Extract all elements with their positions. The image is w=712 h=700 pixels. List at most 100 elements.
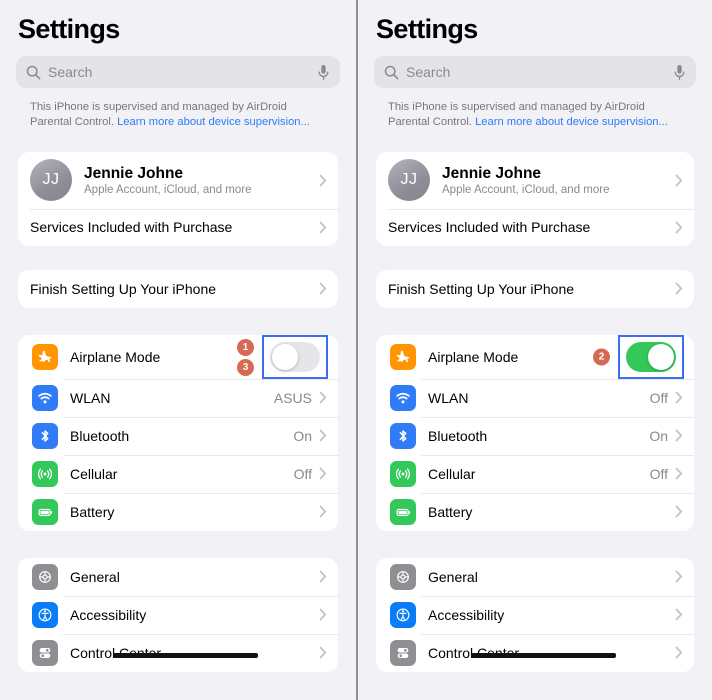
bluetooth-row[interactable]: Bluetooth On xyxy=(18,416,338,455)
supervision-notice: This iPhone is supervised and managed by… xyxy=(388,100,686,130)
airplane-mode-row[interactable]: Airplane Mode 2 xyxy=(376,334,694,379)
dual-screenshot-comparison: Settings Search This iPhone is supervise… xyxy=(0,0,712,700)
supervision-notice: This iPhone is supervised and managed by… xyxy=(30,100,330,130)
search-input[interactable]: Search xyxy=(16,56,340,88)
wlan-row[interactable]: WLAN Off xyxy=(376,378,694,417)
control-center-icon xyxy=(390,639,416,666)
bluetooth-icon xyxy=(32,422,58,449)
system-card: General Accessibility Control Center xyxy=(376,557,694,672)
redaction-bar xyxy=(113,652,258,658)
finish-setup-card: Finish Setting Up Your iPhone xyxy=(376,269,694,308)
search-input[interactable]: Search xyxy=(374,56,696,88)
general-row[interactable]: General xyxy=(376,558,694,596)
search-placeholder: Search xyxy=(406,64,451,80)
airplane-mode-toggle[interactable] xyxy=(270,341,320,372)
wlan-label: WLAN xyxy=(70,389,111,406)
finish-setup-row[interactable]: Finish Setting Up Your iPhone xyxy=(18,270,338,308)
gear-icon xyxy=(390,563,416,590)
cellular-row[interactable]: Cellular Off xyxy=(18,454,338,493)
chevron-right-icon xyxy=(319,570,327,583)
services-included-row[interactable]: Services Included with Purchase xyxy=(376,208,694,246)
bluetooth-icon xyxy=(390,422,416,449)
account-subtitle: Apple Account, iCloud, and more xyxy=(84,184,252,197)
wlan-value: ASUS xyxy=(273,389,312,406)
search-icon xyxy=(384,65,399,80)
supervision-learn-more-link[interactable]: Learn more about device supervision... xyxy=(475,116,668,128)
wifi-icon xyxy=(32,384,58,411)
badge-marker-2: 2 xyxy=(593,348,610,366)
account-text: Jennie Johne Apple Account, iCloud, and … xyxy=(442,164,675,196)
services-label: Services Included with Purchase xyxy=(30,219,233,236)
accessibility-row[interactable]: Accessibility xyxy=(376,595,694,634)
page-title: Settings xyxy=(18,14,120,44)
account-card: JJ Jennie Johne Apple Account, iCloud, a… xyxy=(18,151,338,246)
settings-screen-right: Settings Search This iPhone is supervise… xyxy=(356,0,712,700)
account-row[interactable]: JJ Jennie Johne Apple Account, iCloud, a… xyxy=(376,152,694,209)
accessibility-label: Accessibility xyxy=(428,606,505,623)
chevron-right-icon xyxy=(675,391,683,404)
system-card: General Accessibility Control Center xyxy=(18,557,338,672)
cellular-label: Cellular xyxy=(70,465,118,482)
avatar: JJ xyxy=(388,159,430,202)
microphone-icon[interactable] xyxy=(673,64,686,81)
airplane-icon xyxy=(32,343,58,370)
connectivity-card: Airplane Mode 1 3 WLAN ASUS Bluetooth On… xyxy=(18,334,338,531)
chevron-right-icon xyxy=(675,570,683,583)
chevron-right-icon xyxy=(319,221,327,234)
battery-row[interactable]: Battery xyxy=(18,492,338,531)
chevron-right-icon xyxy=(319,505,327,518)
account-name: Jennie Johne xyxy=(84,164,184,182)
cellular-label: Cellular xyxy=(428,465,476,482)
chevron-right-icon xyxy=(675,221,683,234)
cellular-antenna-icon xyxy=(390,460,416,487)
services-included-row[interactable]: Services Included with Purchase xyxy=(18,208,338,246)
search-icon xyxy=(26,65,41,80)
airplane-mode-toggle[interactable] xyxy=(626,341,676,372)
airplane-mode-toggle-highlight xyxy=(262,334,328,379)
general-row[interactable]: General xyxy=(18,558,338,596)
battery-icon xyxy=(390,498,416,525)
battery-label: Battery xyxy=(428,503,473,520)
general-label: General xyxy=(70,568,120,585)
chevron-right-icon xyxy=(319,429,327,442)
finish-setup-row[interactable]: Finish Setting Up Your iPhone xyxy=(376,270,694,308)
bluetooth-label: Bluetooth xyxy=(70,427,130,444)
battery-row[interactable]: Battery xyxy=(376,492,694,531)
gear-icon xyxy=(32,563,58,590)
search-placeholder: Search xyxy=(48,64,93,80)
control-center-row[interactable]: Control Center xyxy=(18,633,338,672)
accessibility-row[interactable]: Accessibility xyxy=(18,595,338,634)
chevron-right-icon xyxy=(675,646,683,659)
microphone-icon[interactable] xyxy=(317,64,330,81)
bluetooth-row[interactable]: Bluetooth On xyxy=(376,416,694,455)
chevron-right-icon xyxy=(319,174,327,187)
wifi-icon xyxy=(390,384,416,411)
finish-setup-label: Finish Setting Up Your iPhone xyxy=(30,280,217,297)
cellular-row[interactable]: Cellular Off xyxy=(376,454,694,493)
toggle-knob xyxy=(648,343,674,370)
chevron-right-icon xyxy=(675,608,683,621)
cellular-value: Off xyxy=(649,465,668,482)
chevron-right-icon xyxy=(675,429,683,442)
badge-marker-1: 1 xyxy=(237,338,254,356)
account-row[interactable]: JJ Jennie Johne Apple Account, iCloud, a… xyxy=(18,152,338,209)
chevron-right-icon xyxy=(675,467,683,480)
wlan-value: Off xyxy=(649,389,668,406)
bluetooth-label: Bluetooth xyxy=(428,427,488,444)
wlan-row[interactable]: WLAN ASUS xyxy=(18,378,338,417)
page-title: Settings xyxy=(376,14,478,44)
account-card: JJ Jennie Johne Apple Account, iCloud, a… xyxy=(376,151,694,246)
services-label: Services Included with Purchase xyxy=(388,219,591,236)
cellular-value: Off xyxy=(293,465,312,482)
chevron-right-icon xyxy=(319,282,327,295)
control-center-row[interactable]: Control Center xyxy=(376,633,694,672)
avatar: JJ xyxy=(30,159,72,202)
settings-screen-left: Settings Search This iPhone is supervise… xyxy=(0,0,356,700)
supervision-learn-more-link[interactable]: Learn more about device supervision... xyxy=(117,116,310,128)
account-name: Jennie Johne xyxy=(442,164,542,182)
badge-marker-3: 3 xyxy=(237,358,254,376)
airplane-mode-row[interactable]: Airplane Mode 1 3 xyxy=(18,334,338,379)
account-text: Jennie Johne Apple Account, iCloud, and … xyxy=(84,164,319,196)
accessibility-icon xyxy=(32,601,58,628)
toggle-knob xyxy=(272,343,298,370)
